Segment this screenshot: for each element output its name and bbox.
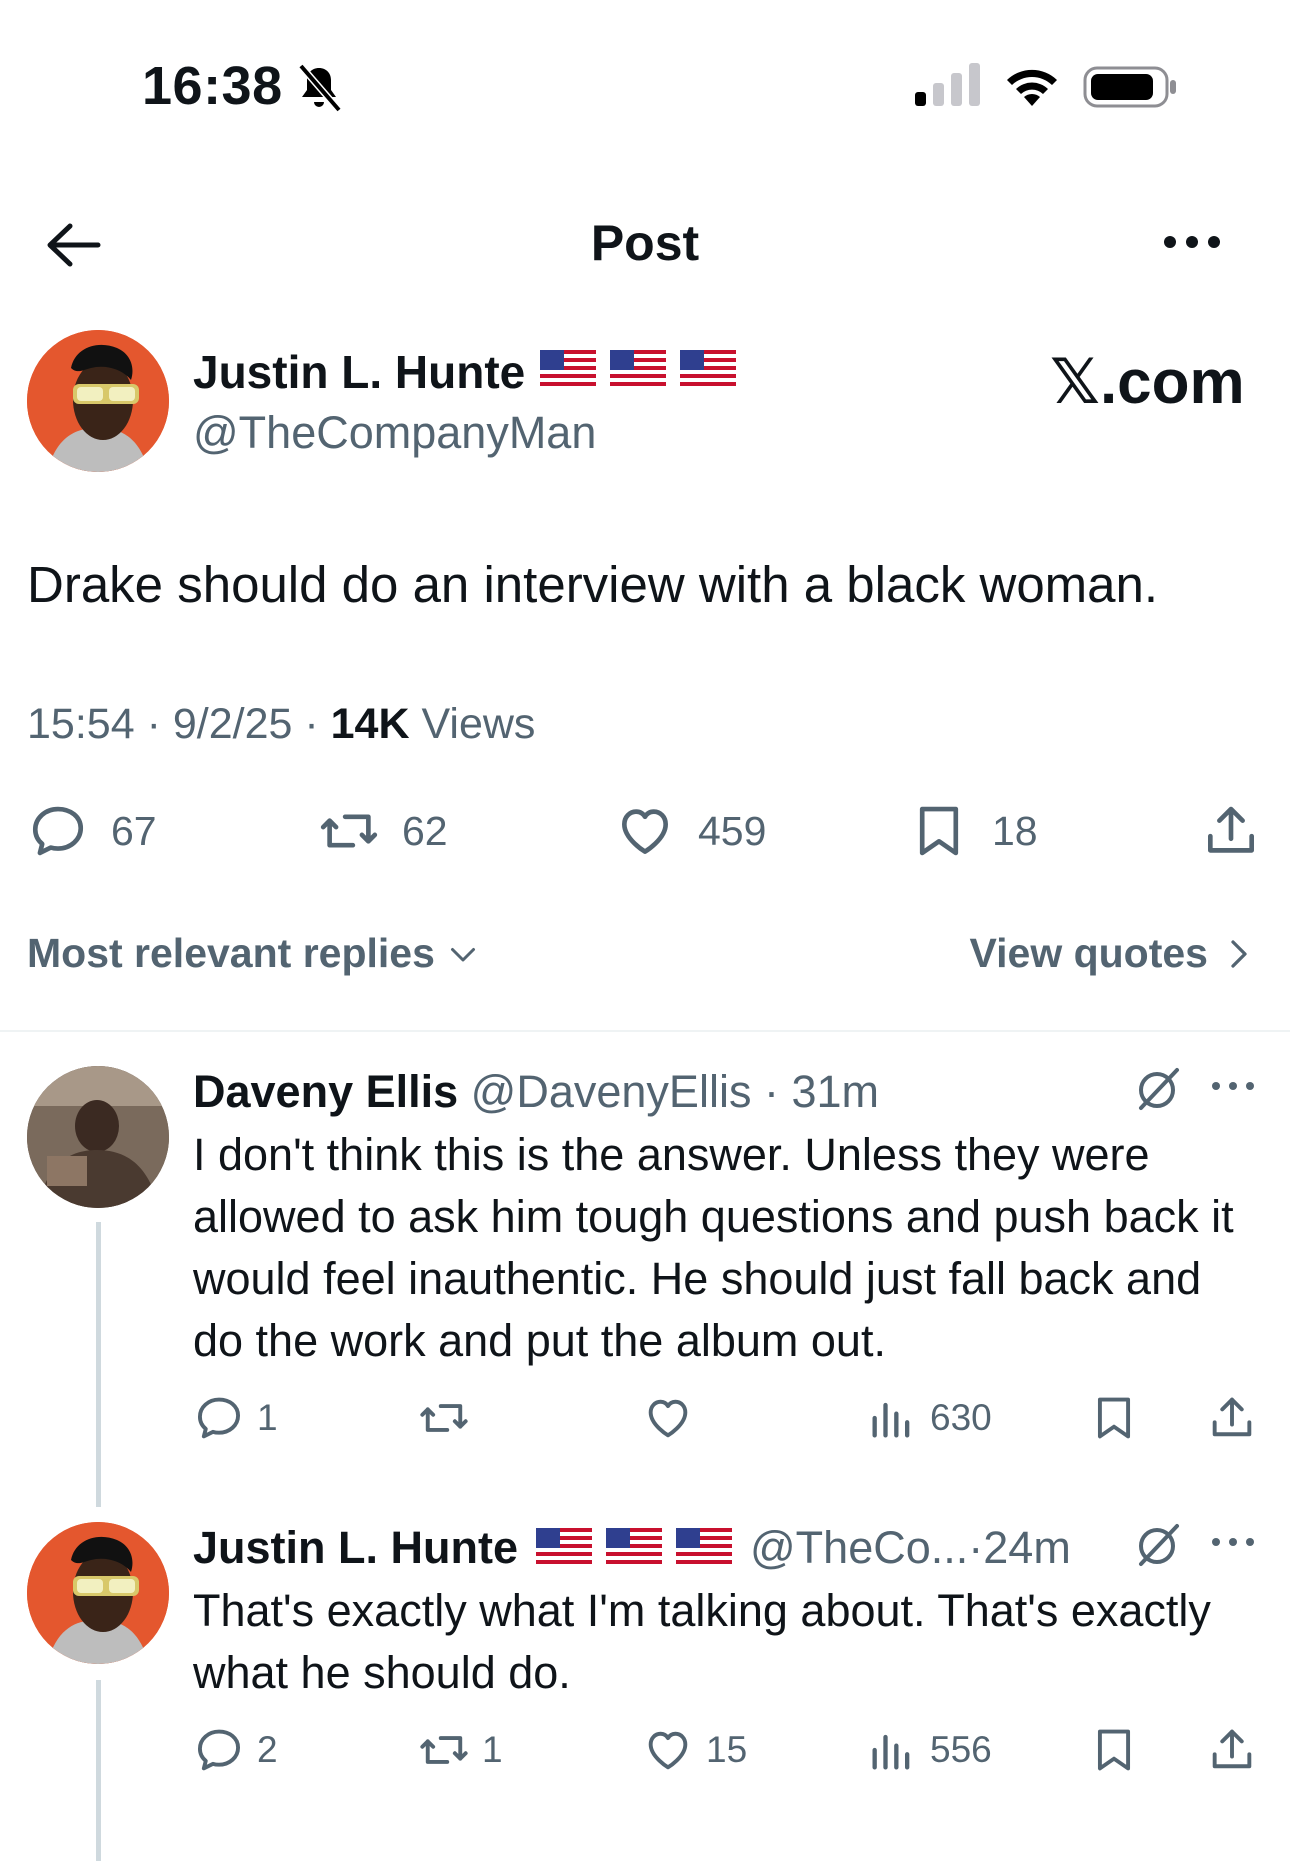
reply-author-name[interactable]: Daveny Ellis [193, 1066, 458, 1117]
views-label: Views [421, 700, 536, 748]
chevron-right-icon [1231, 939, 1247, 968]
heart-icon [622, 809, 668, 854]
bookmark-button[interactable]: 18 [908, 800, 1038, 862]
reply-text: I don't think this is the answer. Unless… [193, 1129, 1234, 1366]
reply-header: Justin L. Hunte @TheCo... · 24m [193, 1522, 1071, 1574]
reply-views-count: 630 [930, 1397, 992, 1438]
status-bar: 16:38 [0, 0, 1290, 150]
reply-views-button[interactable]: 556 [866, 1724, 992, 1776]
reply-views-button[interactable]: 630 [866, 1392, 992, 1444]
post-date: 9/2/25 [172, 700, 293, 748]
bookmark-icon [1097, 1729, 1131, 1771]
x-com-watermark: 𝕏.com [1050, 348, 1245, 417]
reply-more-icon[interactable] [1210, 1532, 1256, 1552]
wifi-icon [1007, 69, 1057, 106]
reply-avatar[interactable] [27, 1066, 169, 1208]
reply-icon [32, 806, 84, 856]
reply-actions: 1 630 [0, 1392, 1290, 1452]
like-count: 459 [698, 807, 767, 854]
bookmark-count: 18 [992, 807, 1038, 854]
reply-reply-button[interactable]: 2 [193, 1724, 278, 1776]
reply-actions: 2 1 15 556 [0, 1724, 1290, 1784]
replies-bar: Most relevant replies View quotes [0, 930, 1290, 1020]
bookmark-icon [1097, 1397, 1131, 1439]
divider [0, 1030, 1290, 1032]
grok-icon[interactable] [1133, 1064, 1183, 1114]
author-avatar[interactable] [27, 330, 169, 472]
author-name[interactable]: Justin L. Hunte [193, 345, 525, 399]
reply-share-button[interactable] [1206, 1724, 1258, 1776]
reply-author-name[interactable]: Justin L. Hunte [193, 1522, 518, 1574]
reply-icon [197, 1397, 241, 1439]
reply-repost-button[interactable]: 1 [418, 1724, 503, 1776]
more-options-icon[interactable] [1160, 222, 1224, 262]
share-icon [1212, 1397, 1252, 1437]
reply-avatar[interactable] [27, 1522, 169, 1664]
sort-replies-dropdown[interactable]: Most relevant replies [27, 930, 481, 977]
share-button[interactable] [1200, 800, 1262, 862]
top-nav: Post [0, 200, 1290, 290]
reply-like-button[interactable] [642, 1392, 706, 1444]
heart-icon [648, 1731, 688, 1770]
like-button[interactable]: 459 [614, 800, 766, 862]
page-title: Post [590, 215, 700, 271]
reply-icon [197, 1729, 241, 1771]
view-quotes-link[interactable]: View quotes [970, 930, 1254, 977]
views-chart-icon [872, 1734, 910, 1770]
status-time: 16:38 [142, 56, 283, 116]
reply-author-handle[interactable]: @TheCo... [750, 1522, 968, 1574]
sort-replies-label: Most relevant replies [27, 930, 435, 976]
reply-bookmark-button[interactable] [1088, 1392, 1140, 1444]
repost-icon [420, 1404, 468, 1432]
author-flags [540, 350, 736, 390]
reply-author-handle[interactable]: @DavenyEllis [471, 1066, 752, 1117]
post-actions: 67 62 459 18 [0, 800, 1290, 870]
views-count[interactable]: 14K [331, 700, 410, 748]
view-quotes-label: View quotes [969, 930, 1208, 976]
repost-icon [420, 1736, 468, 1764]
post-text: Drake should do an interview with a blac… [27, 556, 1159, 613]
post-meta: 15:54 · 9/2/25 · 14K Views [27, 700, 536, 748]
reply-text: That's exactly what I'm talking about. T… [193, 1585, 1211, 1698]
reply-age: 24m [983, 1522, 1071, 1573]
reply-button[interactable]: 67 [27, 800, 157, 862]
battery-icon [1083, 66, 1176, 108]
share-icon [1212, 1729, 1252, 1769]
cell-signal-icon [915, 63, 980, 106]
reply-count: 67 [111, 807, 157, 854]
reply-like-button[interactable]: 15 [642, 1724, 747, 1776]
views-chart-icon [872, 1402, 910, 1438]
reply-like-count: 15 [706, 1729, 748, 1770]
share-icon [1208, 806, 1254, 853]
us-flag-icon [540, 350, 596, 390]
post-time: 15:54 [27, 700, 135, 748]
reply-reply-count: 1 [257, 1397, 278, 1438]
reply-author-flags [536, 1528, 732, 1568]
us-flag-icon [676, 1528, 732, 1568]
heart-icon [648, 1399, 688, 1438]
repost-icon [320, 814, 378, 848]
repost-count: 62 [402, 807, 448, 854]
reply-bookmark-button[interactable] [1088, 1724, 1140, 1776]
thread-line [96, 1222, 101, 1507]
reply-header: Daveny Ellis @DavenyEllis · 31m [193, 1066, 880, 1117]
bookmark-icon [919, 806, 959, 856]
repost-button[interactable]: 62 [318, 800, 448, 862]
reply-more-icon[interactable] [1210, 1076, 1256, 1096]
us-flag-icon [610, 350, 666, 390]
reply-share-button[interactable] [1206, 1392, 1258, 1444]
reply-repost-count: 1 [482, 1729, 503, 1770]
author-handle[interactable]: @TheCompanyMan [193, 407, 596, 459]
grok-icon[interactable] [1133, 1520, 1183, 1570]
us-flag-icon [680, 350, 736, 390]
us-flag-icon [606, 1528, 662, 1568]
reply-repost-button[interactable] [418, 1392, 482, 1444]
reply-reply-button[interactable]: 1 [193, 1392, 278, 1444]
reply-reply-count: 2 [257, 1729, 278, 1770]
chevron-down-icon [450, 947, 475, 961]
reply-views-count: 556 [930, 1729, 992, 1770]
us-flag-icon [536, 1528, 592, 1568]
reply-age: 31m [791, 1066, 880, 1117]
bell-off-icon [298, 63, 342, 113]
